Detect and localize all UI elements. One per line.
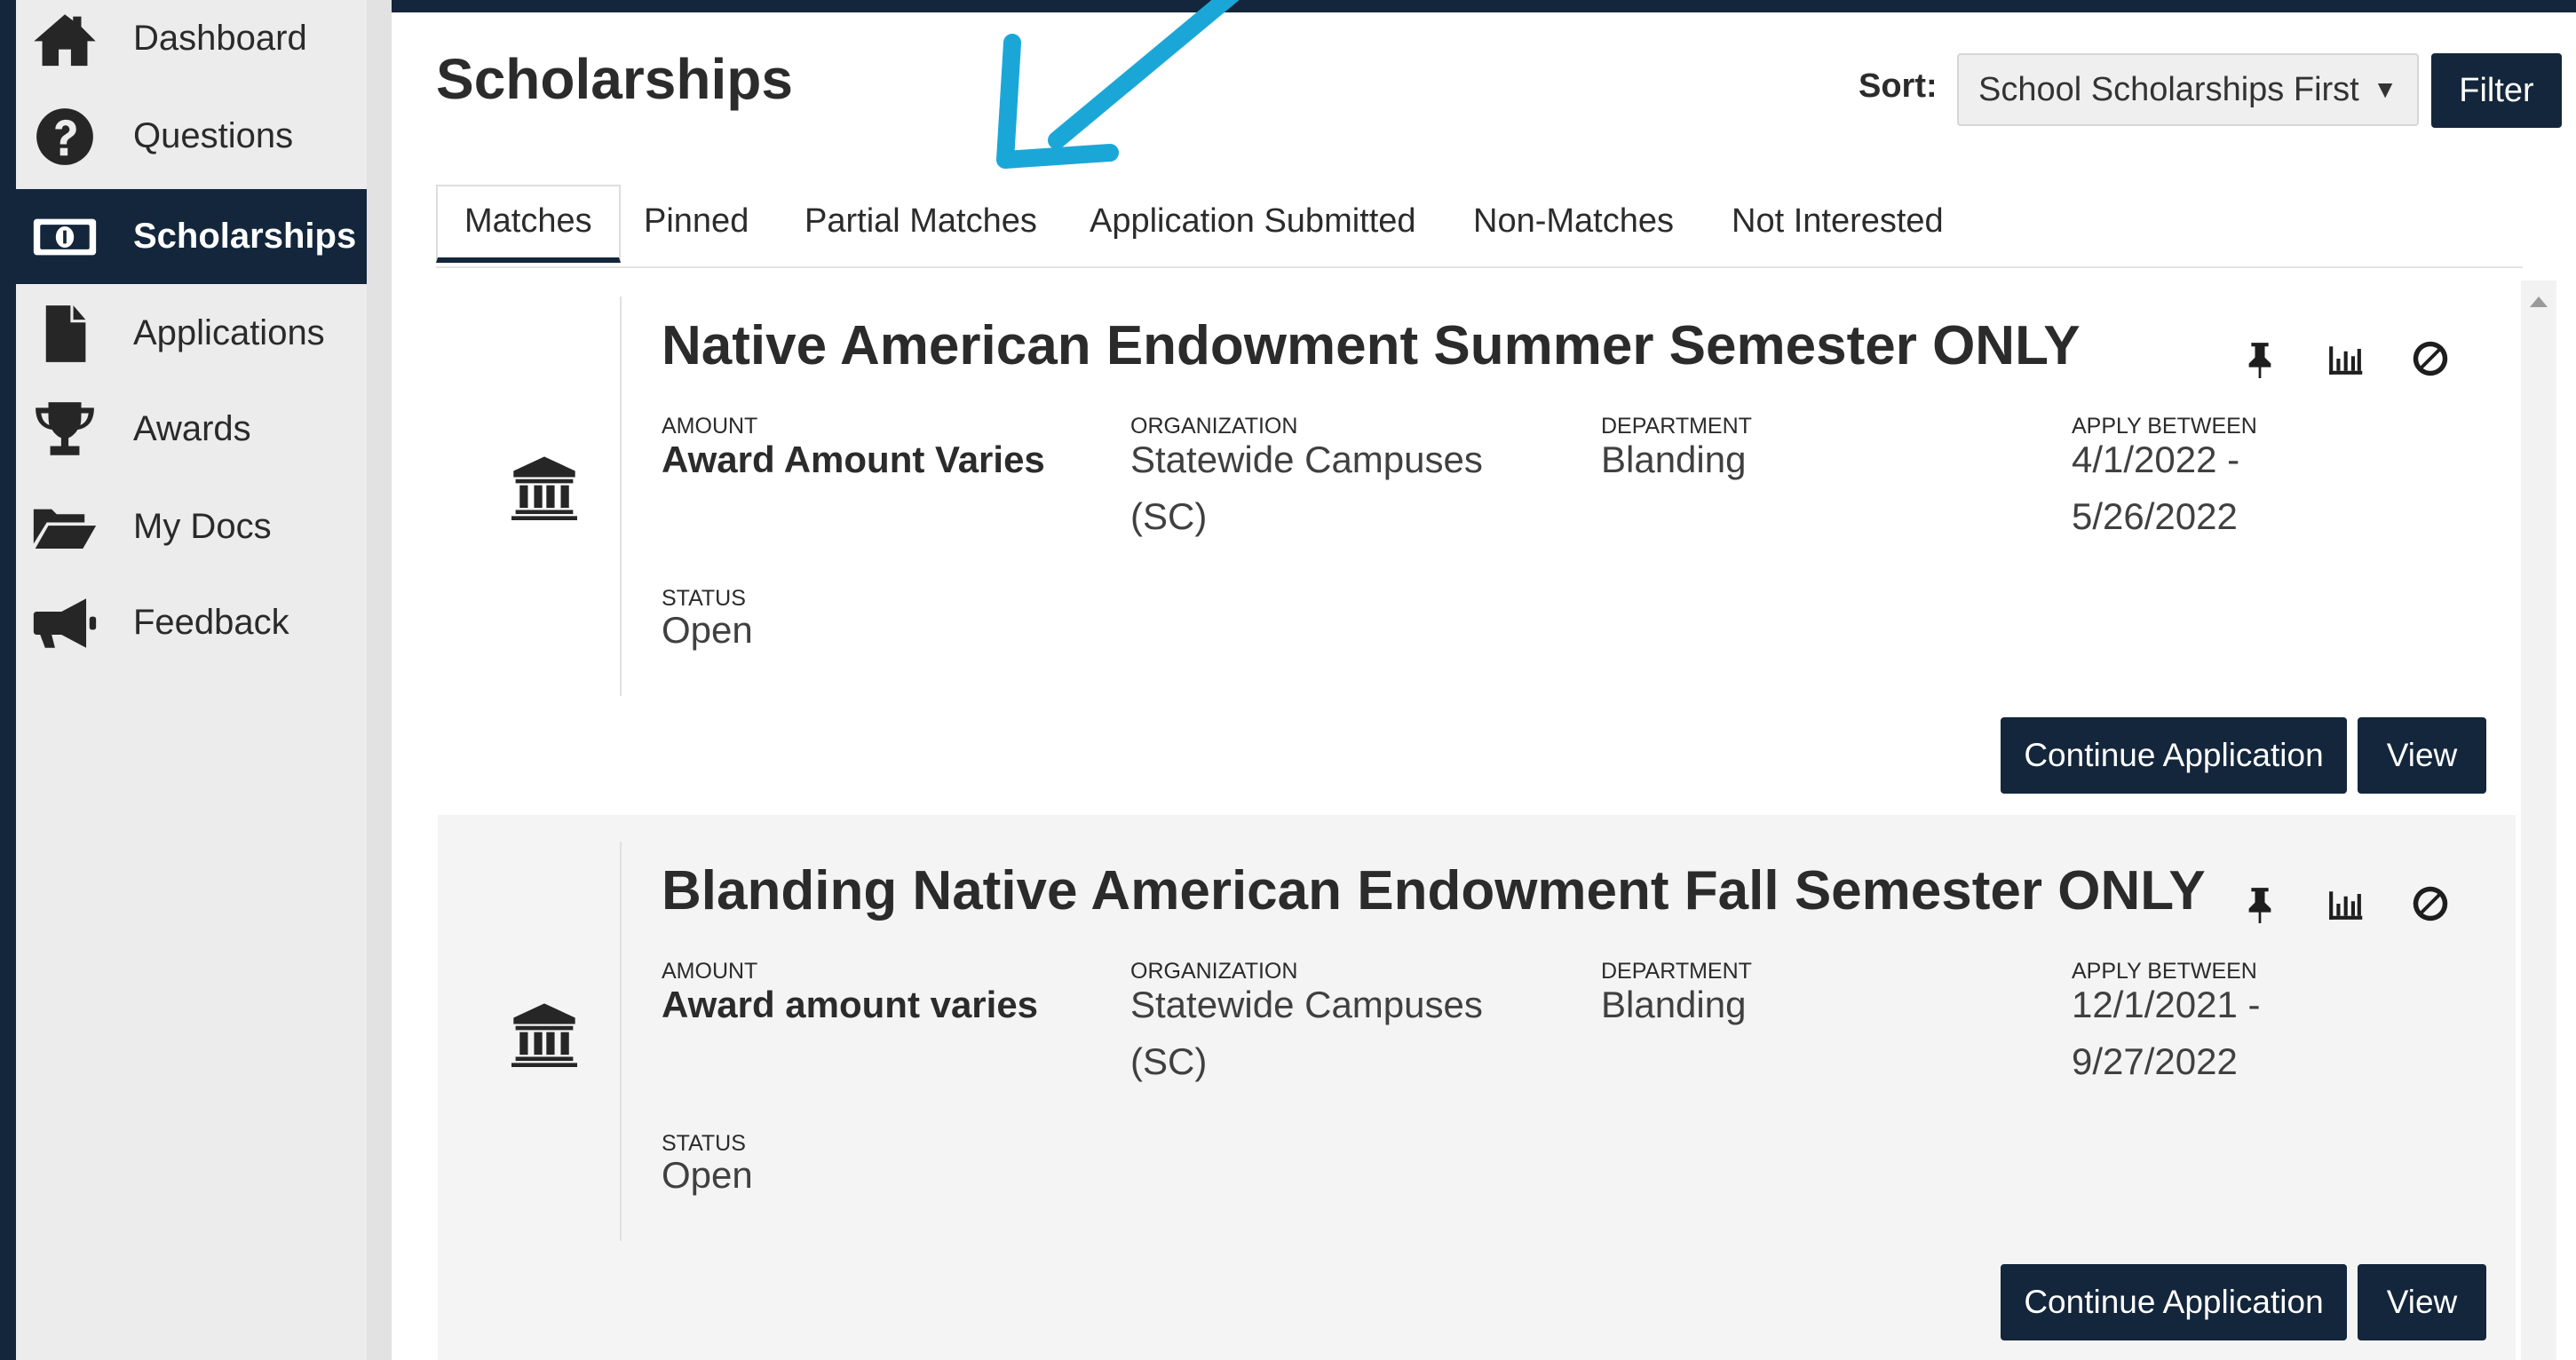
bar-chart-icon[interactable]: [2326, 884, 2365, 923]
sort-select-value: School Scholarships First: [1978, 70, 2359, 108]
sidebar-divider: [367, 0, 392, 1360]
ban-icon[interactable]: [2411, 339, 2450, 378]
tab-bar: Matches Pinned Partial Matches Applicati…: [436, 185, 2523, 268]
status-value: Open: [662, 1154, 753, 1196]
file-icon: [16, 304, 114, 364]
card-divider: [620, 842, 622, 1241]
main-panel: Scholarships Sort: School Scholarships F…: [392, 12, 2576, 1360]
institution-icon: [511, 455, 578, 520]
organization-value: Statewide Campuses (SC): [1130, 984, 1483, 1082]
sidebar-item-label: Scholarships: [133, 217, 357, 256]
amount-value: Award amount varies: [662, 984, 1039, 1025]
sidebar-item-label: Questions: [133, 116, 294, 155]
scholarship-list: Native American Endowment Summer Semeste…: [438, 270, 2516, 1360]
view-button[interactable]: View: [2358, 1264, 2486, 1340]
money-icon: [16, 207, 114, 267]
sort-select[interactable]: School Scholarships First ▼: [1957, 53, 2419, 126]
sidebar-item-label: Dashboard: [133, 19, 307, 58]
caret-down-icon: ▼: [2373, 75, 2398, 103]
trophy-icon: [16, 399, 114, 460]
organization-value: Statewide Campuses (SC): [1130, 439, 1483, 537]
tab-matches[interactable]: Matches: [436, 185, 621, 263]
home-icon: [16, 9, 114, 69]
amount-value: Award Amount Varies: [662, 439, 1045, 480]
sidebar-item-questions[interactable]: Questions: [16, 89, 367, 184]
institution-icon: [511, 1001, 578, 1067]
sidebar-item-feedback[interactable]: Feedback: [16, 575, 367, 670]
status-value: Open: [662, 609, 753, 651]
sidebar-item-applications[interactable]: Applications: [16, 286, 367, 381]
sidebar: Dashboard Questions Scholarships Applica…: [16, 0, 367, 1360]
card-divider: [620, 297, 622, 696]
view-button[interactable]: View: [2358, 717, 2486, 794]
sidebar-item-scholarships[interactable]: Scholarships: [16, 189, 367, 284]
card-tools: [2240, 339, 2450, 378]
sidebar-item-awards[interactable]: Awards: [16, 382, 367, 477]
tab-partial-matches[interactable]: Partial Matches: [805, 202, 1037, 241]
scrollbar[interactable]: [2521, 281, 2556, 1360]
pin-icon[interactable]: [2240, 339, 2279, 378]
question-circle-icon: [16, 107, 114, 167]
sidebar-item-my-docs[interactable]: My Docs: [16, 479, 367, 574]
sidebar-item-label: Awards: [133, 409, 251, 448]
scholarship-title: Blanding Native American Endowment Fall …: [662, 860, 2206, 921]
sidebar-item-label: Feedback: [133, 603, 289, 642]
tab-not-interested[interactable]: Not Interested: [1732, 202, 1944, 241]
department-value: Blanding: [1601, 984, 1747, 1025]
page-title: Scholarships: [436, 47, 793, 111]
pin-icon[interactable]: [2240, 884, 2279, 923]
continue-application-button[interactable]: Continue Application: [2001, 1264, 2347, 1340]
annotation-arrow-icon: [996, 0, 1240, 169]
folder-open-icon: [16, 497, 114, 557]
apply-between-value: 4/1/2022 - 5/26/2022: [2072, 439, 2240, 537]
filter-button[interactable]: Filter: [2431, 53, 2562, 128]
bullhorn-icon: [16, 593, 114, 653]
scholarship-card: Native American Endowment Summer Semeste…: [438, 270, 2516, 815]
scroll-up-arrow-icon[interactable]: [2530, 297, 2548, 307]
tab-non-matches[interactable]: Non-Matches: [1473, 202, 1674, 241]
sidebar-item-label: Applications: [133, 313, 325, 352]
bar-chart-icon[interactable]: [2326, 339, 2365, 378]
sort-label: Sort:: [1859, 67, 1938, 105]
continue-application-button[interactable]: Continue Application: [2001, 717, 2347, 794]
card-tools: [2240, 884, 2450, 923]
department-value: Blanding: [1601, 439, 1747, 480]
tab-application-submitted[interactable]: Application Submitted: [1090, 202, 1416, 241]
scholarship-card: Blanding Native American Endowment Fall …: [438, 815, 2516, 1360]
scholarship-title: Native American Endowment Summer Semeste…: [662, 315, 2081, 376]
ban-icon[interactable]: [2411, 884, 2450, 923]
apply-between-value: 12/1/2021 - 9/27/2022: [2072, 984, 2261, 1082]
sidebar-item-label: My Docs: [133, 507, 272, 546]
sidebar-item-dashboard[interactable]: Dashboard: [16, 0, 367, 86]
tab-pinned[interactable]: Pinned: [644, 202, 749, 241]
